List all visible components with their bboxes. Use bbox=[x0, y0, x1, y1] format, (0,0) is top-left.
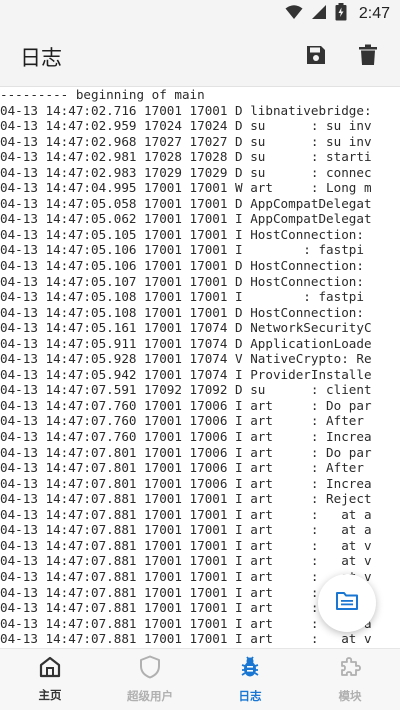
log-line: 04-13 14:47:05.106 17001 17001 I : fastp… bbox=[0, 242, 364, 258]
log-line: 04-13 14:47:07.881 17001 17001 I art : a… bbox=[0, 537, 372, 553]
log-line: 04-13 14:47:02.983 17029 17029 D su : co… bbox=[0, 164, 372, 180]
log-line: 04-13 14:47:02.968 17027 17027 D su : su… bbox=[0, 133, 372, 149]
log-file-icon bbox=[336, 591, 358, 615]
delete-icon bbox=[358, 44, 378, 71]
nav-item-label: 日志 bbox=[238, 691, 262, 703]
log-line: 04-13 14:47:07.591 17092 17092 D su : cl… bbox=[0, 382, 372, 398]
shield-icon bbox=[139, 655, 161, 684]
log-line: 04-13 14:47:07.881 17001 17001 I art : a… bbox=[0, 522, 372, 538]
delete-button[interactable] bbox=[348, 37, 388, 77]
nav-item-label: 模块 bbox=[338, 691, 362, 703]
log-line: --------- beginning of main bbox=[0, 87, 205, 102]
wifi-icon bbox=[285, 4, 303, 25]
bottom-nav: 主页 超级用户 日志 模块 bbox=[0, 648, 400, 710]
save-icon bbox=[305, 44, 327, 71]
log-view[interactable]: --------- beginning of main 04-13 14:47:0… bbox=[0, 87, 400, 648]
nav-item-modules[interactable]: 模块 bbox=[300, 649, 400, 710]
log-line: 04-13 14:47:07.801 17001 17006 I art : D… bbox=[0, 444, 372, 460]
log-line: 04-13 14:47:07.881 17001 17001 I art : a… bbox=[0, 631, 372, 647]
log-line: 04-13 14:47:05.911 17001 17074 D Applica… bbox=[0, 335, 372, 351]
log-line: 04-13 14:47:05.105 17001 17001 I HostCon… bbox=[0, 226, 364, 242]
status-bar: 2:47 bbox=[0, 0, 400, 28]
nav-item-log[interactable]: 日志 bbox=[200, 649, 300, 710]
log-line: 04-13 14:47:05.161 17001 17074 D Network… bbox=[0, 320, 372, 336]
nav-item-superuser[interactable]: 超级用户 bbox=[100, 649, 200, 710]
log-line: 04-13 14:47:05.108 17001 17001 I : fastp… bbox=[0, 289, 364, 305]
log-line: 04-13 14:47:02.981 17028 17028 D su : st… bbox=[0, 149, 372, 165]
log-line: 04-13 14:47:05.928 17001 17074 V NativeC… bbox=[0, 351, 372, 367]
battery-icon bbox=[335, 2, 347, 26]
log-line: 04-13 14:47:07.760 17001 17006 I art : I… bbox=[0, 429, 372, 445]
log-line: 04-13 14:47:05.106 17001 17001 D HostCon… bbox=[0, 258, 364, 274]
status-time: 2:47 bbox=[358, 5, 390, 22]
nav-item-home[interactable]: 主页 bbox=[0, 649, 100, 710]
log-line: 04-13 14:47:05.107 17001 17001 D HostCon… bbox=[0, 273, 364, 289]
log-line: 04-13 14:47:07.801 17001 17006 I art : I… bbox=[0, 475, 372, 491]
nav-item-label: 主页 bbox=[38, 690, 62, 702]
log-line: 04-13 14:47:04.995 17001 17001 W art : L… bbox=[0, 180, 372, 196]
signal-icon bbox=[311, 4, 327, 25]
log-line: 04-13 14:47:07.881 17001 17001 I art : a… bbox=[0, 553, 372, 569]
home-icon bbox=[38, 656, 62, 683]
log-line: 04-13 14:47:07.801 17001 17006 I art : A… bbox=[0, 460, 364, 476]
log-line: 04-13 14:47:05.108 17001 17001 D HostCon… bbox=[0, 304, 364, 320]
log-line: 04-13 14:47:07.760 17001 17006 I art : D… bbox=[0, 397, 372, 413]
log-line: 04-13 14:47:02.959 17024 17024 D su : su… bbox=[0, 118, 372, 134]
save-button[interactable] bbox=[296, 37, 336, 77]
app-bar: 日志 bbox=[0, 28, 400, 86]
log-line: 04-13 14:47:02.716 17001 17001 D libnati… bbox=[0, 102, 372, 118]
log-line: 04-13 14:47:05.062 17001 17001 I AppComp… bbox=[0, 211, 372, 227]
log-line: 04-13 14:47:07.881 17001 17001 I art : R… bbox=[0, 491, 372, 507]
page-title: 日志 bbox=[20, 47, 62, 70]
log-line: 04-13 14:47:05.058 17001 17001 D AppComp… bbox=[0, 195, 372, 211]
bug-icon bbox=[238, 655, 262, 684]
log-line: 04-13 14:47:07.881 17001 17001 I art : a… bbox=[0, 506, 372, 522]
log-line: 04-13 14:47:07.760 17001 17006 I art : A… bbox=[0, 413, 364, 429]
log-line: 04-13 14:47:05.942 17001 17074 I Provide… bbox=[0, 366, 372, 382]
nav-item-label: 超级用户 bbox=[127, 691, 173, 703]
puzzle-icon bbox=[338, 655, 362, 684]
fab-button[interactable] bbox=[318, 574, 376, 632]
